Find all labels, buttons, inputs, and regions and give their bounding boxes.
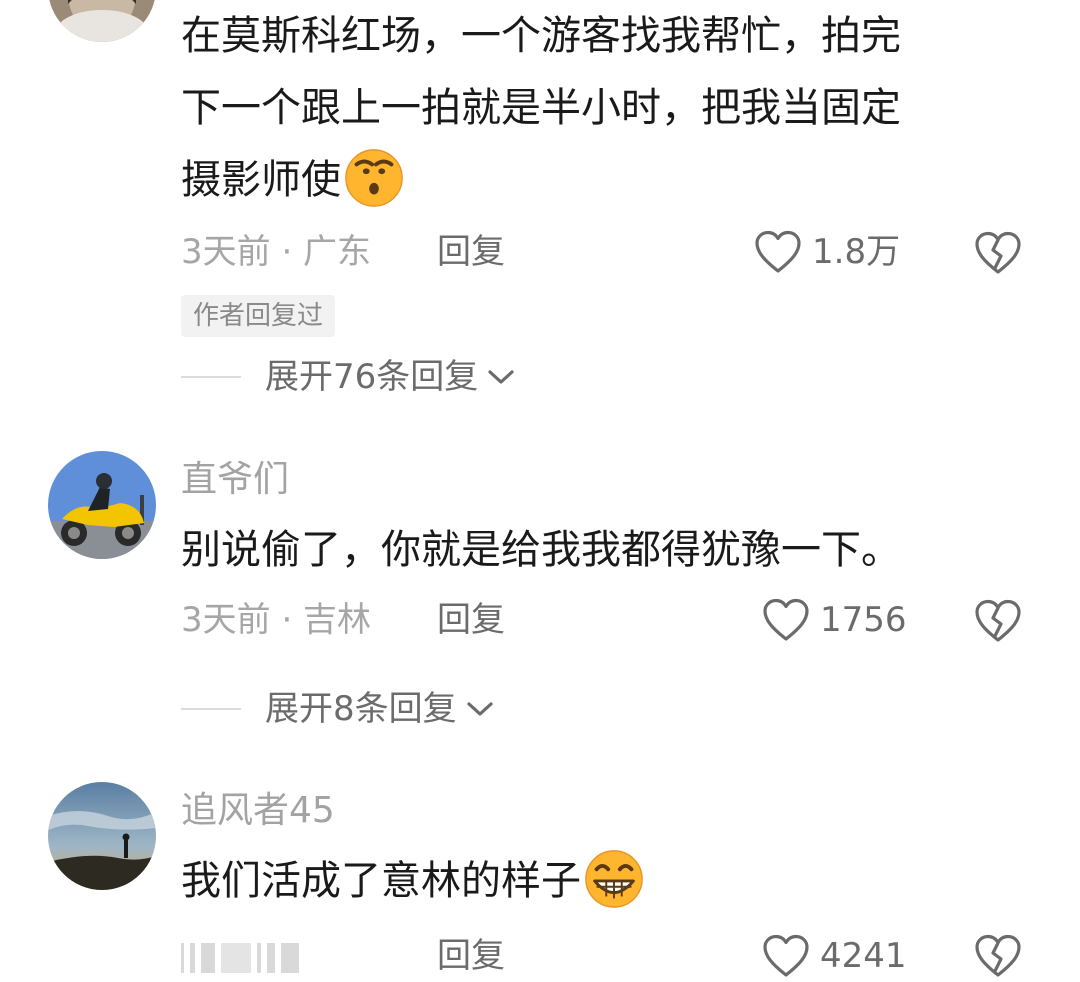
- comment-meta: 3天前 · 广东: [181, 232, 372, 272]
- like-count: 1.8万: [812, 232, 901, 272]
- like-count: 1756: [820, 600, 907, 640]
- avatar[interactable]: [48, 0, 156, 42]
- chevron-down-icon: [488, 370, 514, 384]
- reply-button[interactable]: 回复: [437, 934, 505, 978]
- chevron-down-icon: [467, 702, 493, 716]
- heart-outline-icon: [763, 934, 809, 977]
- like-count: 4241: [820, 936, 907, 976]
- username[interactable]: 直爷们: [181, 458, 289, 502]
- heart-outline-icon: [755, 230, 801, 273]
- comment-meta-obscured: [181, 938, 391, 978]
- comment-text-line: 我们活成了意林的样子: [181, 845, 1001, 917]
- username[interactable]: 追风者45: [181, 789, 335, 833]
- expand-replies-label: 展开76条回复: [265, 357, 479, 397]
- comment-text-line: 在莫斯科红场，一个游客找我帮忙，拍完: [181, 13, 901, 59]
- heart-outline-icon: [763, 598, 809, 641]
- divider-line: [181, 376, 241, 378]
- avatar[interactable]: [48, 451, 156, 559]
- broken-heart-icon[interactable]: [974, 229, 1022, 277]
- divider-line: [181, 708, 241, 710]
- expand-replies-button[interactable]: 展开8条回复: [181, 687, 495, 731]
- broken-heart-icon[interactable]: [974, 597, 1022, 645]
- reply-button[interactable]: 回复: [437, 598, 505, 642]
- avatar[interactable]: [48, 782, 156, 890]
- comment-text-line: 别说偷了，你就是给我我都得犹豫一下。: [181, 527, 901, 573]
- grin-emoji-icon: [585, 850, 643, 908]
- comment-meta: 3天前 · 吉林: [181, 600, 372, 640]
- broken-heart-icon[interactable]: [974, 932, 1022, 980]
- author-replied-badge: 作者回复过: [181, 295, 336, 337]
- like-button[interactable]: 1.8万: [754, 227, 900, 277]
- comment-text-line: 摄影师使: [181, 144, 1001, 216]
- expand-replies-label: 展开8条回复: [265, 689, 457, 729]
- comment-text-line: 下一个跟上一拍就是半小时，把我当固定: [181, 85, 901, 131]
- reply-button[interactable]: 回复: [437, 230, 505, 274]
- smirk-emoji-icon: [345, 149, 403, 207]
- like-button[interactable]: 4241: [762, 931, 907, 981]
- expand-replies-button[interactable]: 展开76条回复: [181, 355, 516, 399]
- like-button[interactable]: 1756: [762, 595, 907, 645]
